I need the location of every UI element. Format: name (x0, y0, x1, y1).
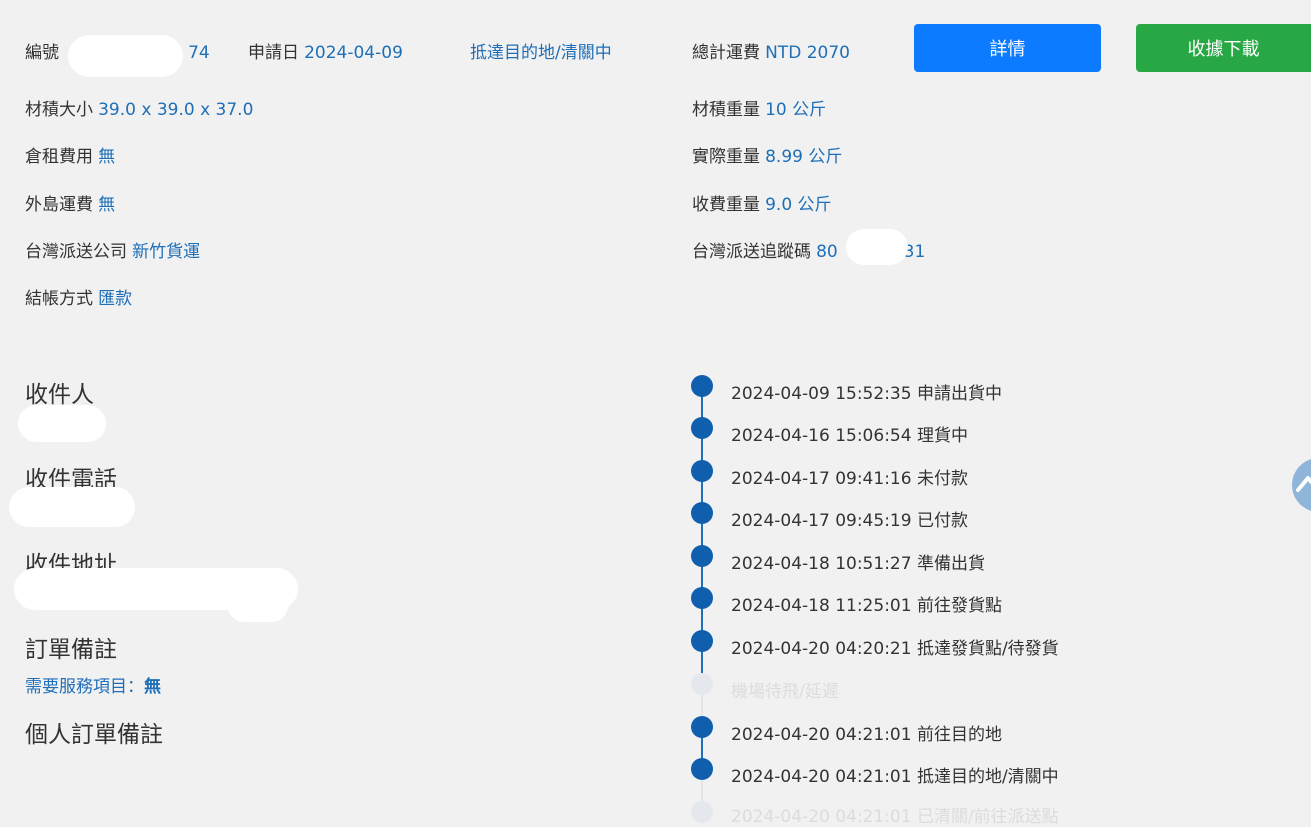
storage-fee-value: 無 (98, 147, 116, 167)
timeline-dot (691, 545, 713, 567)
delivery-company-value: 新竹貨運 (132, 242, 201, 262)
redaction (9, 487, 135, 527)
timeline-dot (691, 417, 713, 439)
timeline-dot (691, 502, 713, 524)
service-items: 需要服務項目：無 (25, 672, 161, 697)
actual-weight-label: 實際重量 (692, 147, 760, 167)
order-id-label: 編號 (25, 43, 59, 63)
storage-fee: 倉租費用 無 (25, 142, 115, 167)
tracking-number-prefix: 80 (816, 242, 838, 262)
charge-weight-value: 9.0 公斤 (765, 195, 832, 215)
delivery-company-label: 台灣派送公司 (25, 242, 127, 262)
timeline-dot (691, 716, 713, 738)
volume-weight-value: 10 公斤 (765, 100, 827, 120)
timeline-dot (691, 630, 713, 652)
timeline-dot-pending (691, 673, 713, 695)
actual-weight: 實際重量 8.99 公斤 (692, 142, 842, 167)
timeline-entry: 2024-04-18 10:51:27 準備出貨 (731, 554, 985, 574)
volume-size-value: 39.0 x 39.0 x 37.0 (98, 100, 254, 120)
personal-note-title: 個人訂單備註 (25, 722, 163, 748)
volume-size: 材積大小 39.0 x 39.0 x 37.0 (25, 95, 253, 120)
receipt-download-button[interactable]: 收據下載 (1136, 24, 1311, 72)
volume-weight-label: 材積重量 (692, 100, 760, 120)
storage-fee-label: 倉租費用 (25, 147, 93, 167)
timeline-entry: 2024-04-17 09:45:19 已付款 (731, 511, 968, 531)
timeline-entry-pending: 機場待飛/延遲 (731, 682, 839, 702)
volume-weight: 材積重量 10 公斤 (692, 95, 826, 120)
timeline-entry: 2024-04-20 04:21:01 前往目的地 (731, 725, 1002, 745)
total-shipping-value: NTD 2070 (765, 43, 850, 63)
timeline-entry: 2024-04-09 15:52:35 申請出貨中 (731, 384, 1002, 404)
total-shipping-label: 總計運費 (692, 43, 760, 63)
details-button[interactable]: 詳情 (914, 24, 1101, 72)
order-note-title: 訂單備註 (25, 637, 117, 663)
recipient-name-title: 收件人 (25, 382, 94, 408)
tracking-number-label: 台灣派送追蹤碼 (692, 242, 811, 262)
order-id-value: 74 (188, 43, 210, 63)
scroll-to-top-tab[interactable] (1292, 458, 1311, 512)
shipment-status: 抵達目的地/清關中 (470, 43, 612, 63)
volume-size-label: 材積大小 (25, 100, 93, 120)
payment-method: 結帳方式 匯款 (25, 284, 132, 309)
payment-method-label: 結帳方式 (25, 289, 93, 309)
timeline-entry: 2024-04-18 11:25:01 前往發貨點 (731, 596, 1002, 616)
timeline-entry: 2024-04-17 09:41:16 未付款 (731, 469, 968, 489)
timeline-entry-pending: 2024-04-20 04:21:01 已清關/前往派送點 (731, 807, 1059, 827)
apply-date-label: 申請日 (248, 43, 299, 63)
redaction (18, 405, 106, 442)
service-items-value: 無 (144, 677, 161, 697)
total-shipping: 總計運費 NTD 2070 (692, 38, 850, 63)
timeline-entry: 2024-04-16 15:06:54 理貨中 (731, 426, 968, 446)
chevron-up-icon (1296, 476, 1311, 492)
timeline-dot-pending (691, 801, 713, 823)
island-fee-label: 外島運費 (25, 195, 93, 215)
island-fee-value: 無 (98, 195, 116, 215)
charge-weight: 收費重量 9.0 公斤 (692, 190, 832, 215)
delivery-company: 台灣派送公司 新竹貨運 (25, 237, 200, 262)
timeline-entry: 2024-04-20 04:20:21 抵達發貨點/待發貨 (731, 639, 1059, 659)
apply-date-value: 2024-04-09 (304, 43, 403, 63)
timeline-entry: 2024-04-20 04:21:01 抵達目的地/清關中 (731, 767, 1059, 787)
charge-weight-label: 收費重量 (692, 195, 760, 215)
redaction (846, 229, 908, 265)
timeline-dot (691, 587, 713, 609)
redaction (228, 590, 288, 622)
apply-date: 申請日 2024-04-09 (248, 38, 403, 63)
payment-method-value: 匯款 (98, 289, 133, 309)
island-fee: 外島運費 無 (25, 190, 115, 215)
service-items-label: 需要服務項目： (25, 677, 144, 697)
timeline-dot (691, 758, 713, 780)
timeline-dot (691, 460, 713, 482)
timeline-dot (691, 375, 713, 397)
actual-weight-value: 8.99 公斤 (765, 147, 843, 167)
redaction (68, 35, 183, 77)
